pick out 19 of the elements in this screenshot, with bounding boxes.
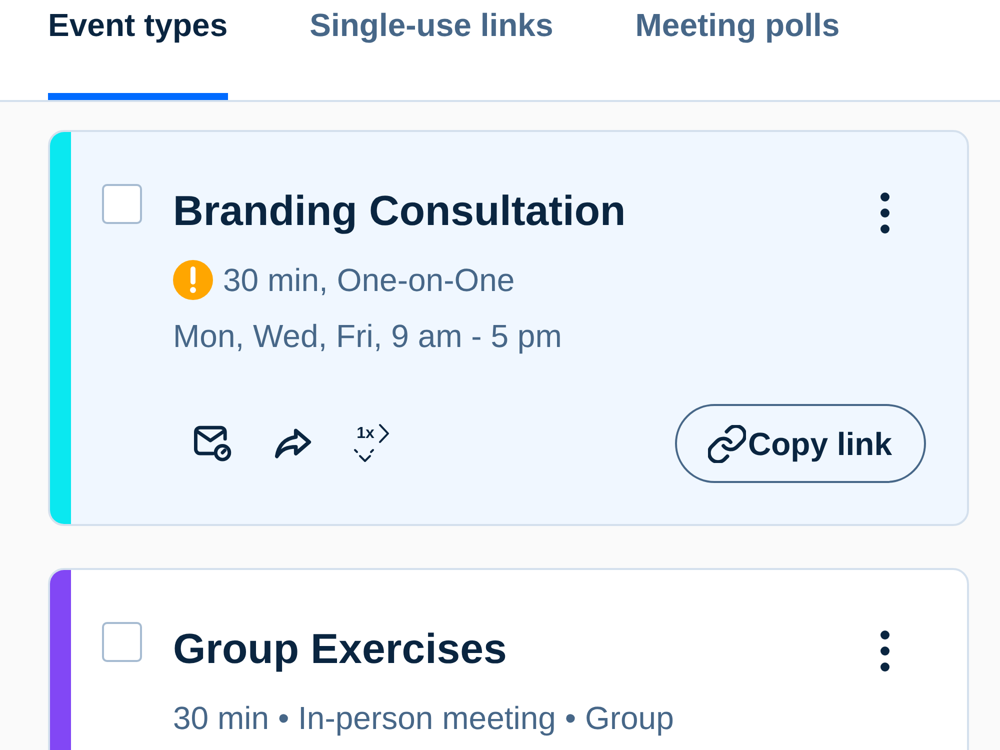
event-title: Branding Consultation — [173, 187, 626, 235]
more-icon — [880, 630, 890, 672]
tab[interactable]: Meeting polls — [635, 0, 840, 100]
event-details: Mon, Wed, Fri, 9 am - 5 pm — [173, 317, 562, 356]
email-button[interactable] — [193, 424, 233, 464]
share-icon — [274, 426, 312, 460]
link-icon — [708, 424, 746, 462]
event-details: 30 min, One-on-One — [223, 261, 515, 300]
mail-clock-icon — [194, 424, 232, 462]
checkbox[interactable] — [102, 622, 142, 662]
tab[interactable]: Single-use links — [310, 0, 554, 100]
chevron-icon — [378, 422, 390, 444]
more-icon — [880, 192, 890, 234]
event-details: 30 min • In-person meeting • Group — [173, 699, 674, 738]
event-title: Group Exercises — [173, 625, 507, 673]
checkbox[interactable] — [102, 184, 142, 224]
copy-link-button[interactable]: Copy link — [674, 404, 926, 483]
one-time-link-button[interactable]: 1x — [353, 422, 397, 464]
tab[interactable]: Event types — [48, 0, 228, 100]
